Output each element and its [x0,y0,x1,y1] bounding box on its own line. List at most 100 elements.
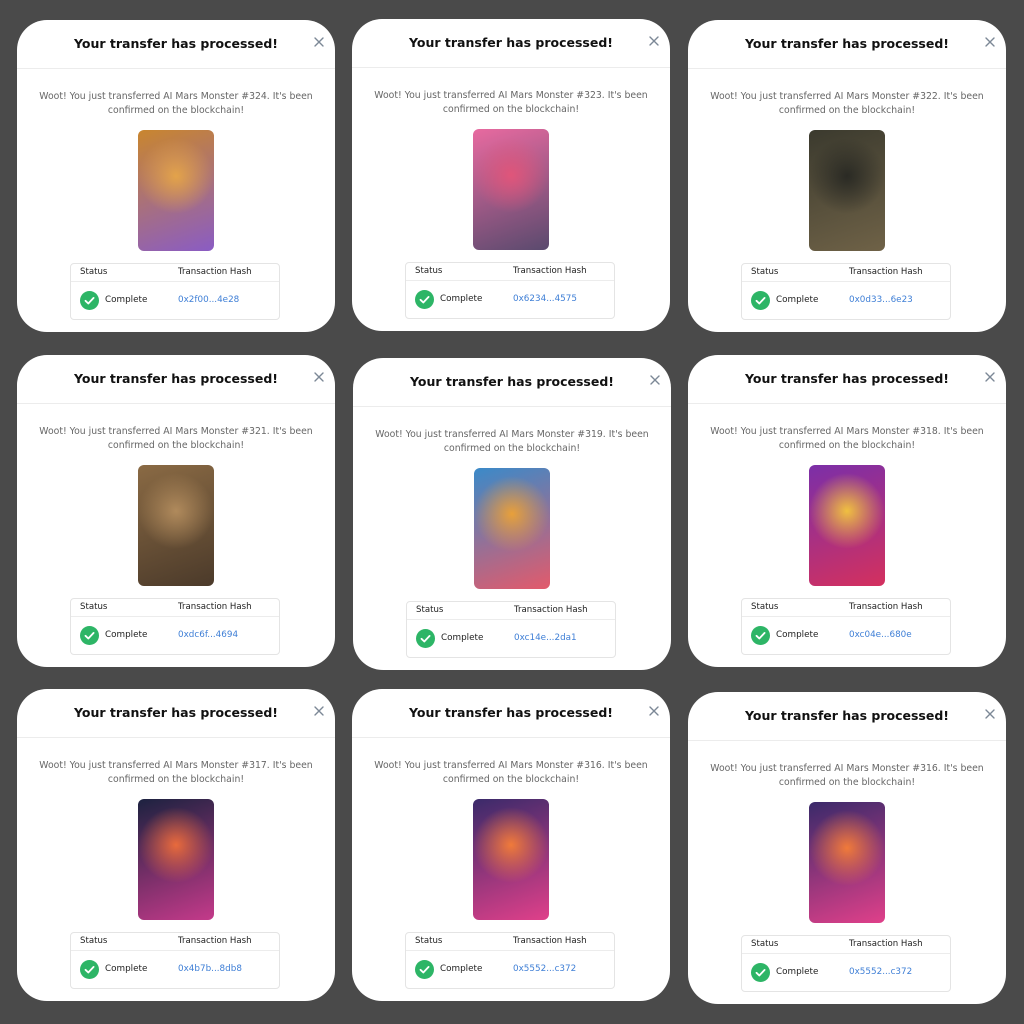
nft-image [474,468,550,589]
transaction-hash-link[interactable]: 0x0d33...6e23 [849,295,913,305]
table-row: Complete 0x2f00...4e28 [71,282,279,320]
transaction-hash-link[interactable]: 0x4b7b...8db8 [178,964,242,974]
status-text: Complete [105,295,148,305]
table-header-row: Status Transaction Hash [406,933,614,951]
check-icon [415,960,434,979]
modal-message: Woot! You just transferred AI Mars Monst… [39,91,313,116]
status-column-header: Status [751,602,779,612]
hash-column-header: Transaction Hash [178,602,252,612]
close-icon[interactable] [312,704,326,718]
transfer-modal: Your transfer has processed! Woot! You j… [17,355,335,667]
modal-title: Your transfer has processed! [74,371,278,386]
hash-column-header: Transaction Hash [178,267,252,277]
table-row: Complete 0x6234...4575 [406,281,614,319]
check-icon [80,291,99,310]
modal-message: Woot! You just transferred AI Mars Monst… [374,760,648,785]
modal-header: Your transfer has processed! [17,355,335,404]
modal-title: Your transfer has processed! [74,705,278,720]
close-icon[interactable] [983,370,997,384]
transaction-hash-link[interactable]: 0xdc6f...4694 [178,630,238,640]
status-column-header: Status [80,602,108,612]
transfer-modal: Your transfer has processed! Woot! You j… [353,358,671,670]
nft-image [473,129,549,250]
close-icon[interactable] [983,707,997,721]
transfer-modal: Your transfer has processed! Woot! You j… [352,689,670,1001]
table-row: Complete 0x4b7b...8db8 [71,951,279,989]
close-icon[interactable] [983,35,997,49]
table-row: Complete 0xc14e...2da1 [407,620,615,658]
hash-column-header: Transaction Hash [849,602,923,612]
transfer-modal: Your transfer has processed! Woot! You j… [352,19,670,331]
status-text: Complete [105,630,148,640]
nft-image [138,130,214,251]
check-icon [80,626,99,645]
transfer-modal: Your transfer has processed! Woot! You j… [17,20,335,332]
modal-message: Woot! You just transferred AI Mars Monst… [375,429,649,454]
hash-column-header: Transaction Hash [513,936,587,946]
status-column-header: Status [751,939,779,949]
status-column-header: Status [80,267,108,277]
nft-image [809,465,885,586]
table-header-row: Status Transaction Hash [71,933,279,951]
modal-title: Your transfer has processed! [745,36,949,51]
transaction-table: Status Transaction Hash Complete 0x6234.… [405,262,615,319]
transaction-hash-link[interactable]: 0xc04e...680e [849,630,912,640]
hash-column-header: Transaction Hash [849,939,923,949]
nft-image [809,802,885,923]
transaction-hash-link[interactable]: 0x6234...4575 [513,294,577,304]
modal-title: Your transfer has processed! [409,705,613,720]
nft-image [473,799,549,920]
hash-column-header: Transaction Hash [849,267,923,277]
nft-image [809,130,885,251]
table-row: Complete 0xc04e...680e [742,617,950,655]
hash-column-header: Transaction Hash [513,266,587,276]
nft-image [138,799,214,920]
transaction-hash-link[interactable]: 0xc14e...2da1 [514,633,577,643]
status-column-header: Status [415,266,443,276]
close-icon[interactable] [647,704,661,718]
table-header-row: Status Transaction Hash [407,602,615,620]
transaction-table: Status Transaction Hash Complete 0x5552.… [741,935,951,992]
modal-title: Your transfer has processed! [74,36,278,51]
transaction-table: Status Transaction Hash Complete 0x2f00.… [70,263,280,320]
transaction-hash-link[interactable]: 0x5552...c372 [513,964,576,974]
modal-message: Woot! You just transferred AI Mars Monst… [374,90,648,115]
transaction-table: Status Transaction Hash Complete 0x5552.… [405,932,615,989]
table-header-row: Status Transaction Hash [406,263,614,281]
modal-header: Your transfer has processed! [352,19,670,68]
check-icon [416,629,435,648]
modal-title: Your transfer has processed! [409,35,613,50]
check-icon [415,290,434,309]
modal-header: Your transfer has processed! [688,20,1006,69]
check-icon [751,963,770,982]
modal-message: Woot! You just transferred AI Mars Monst… [39,426,313,451]
status-text: Complete [440,964,483,974]
table-header-row: Status Transaction Hash [742,936,950,954]
table-row: Complete 0x0d33...6e23 [742,282,950,320]
status-column-header: Status [416,605,444,615]
close-icon[interactable] [312,35,326,49]
table-header-row: Status Transaction Hash [71,599,279,617]
table-row: Complete 0x5552...c372 [742,954,950,992]
table-header-row: Status Transaction Hash [71,264,279,282]
table-row: Complete 0x5552...c372 [406,951,614,989]
transaction-table: Status Transaction Hash Complete 0xdc6f.… [70,598,280,655]
status-text: Complete [776,967,819,977]
table-row: Complete 0xdc6f...4694 [71,617,279,655]
status-text: Complete [440,294,483,304]
modal-header: Your transfer has processed! [688,692,1006,741]
modal-title: Your transfer has processed! [745,371,949,386]
transaction-hash-link[interactable]: 0x2f00...4e28 [178,295,239,305]
close-icon[interactable] [647,34,661,48]
transfer-modal: Your transfer has processed! Woot! You j… [17,689,335,1001]
transfer-modal: Your transfer has processed! Woot! You j… [688,20,1006,332]
modal-header: Your transfer has processed! [17,689,335,738]
transaction-hash-link[interactable]: 0x5552...c372 [849,967,912,977]
hash-column-header: Transaction Hash [514,605,588,615]
close-icon[interactable] [312,370,326,384]
status-text: Complete [441,633,484,643]
modal-header: Your transfer has processed! [353,358,671,407]
check-icon [751,291,770,310]
close-icon[interactable] [648,373,662,387]
transaction-table: Status Transaction Hash Complete 0xc04e.… [741,598,951,655]
